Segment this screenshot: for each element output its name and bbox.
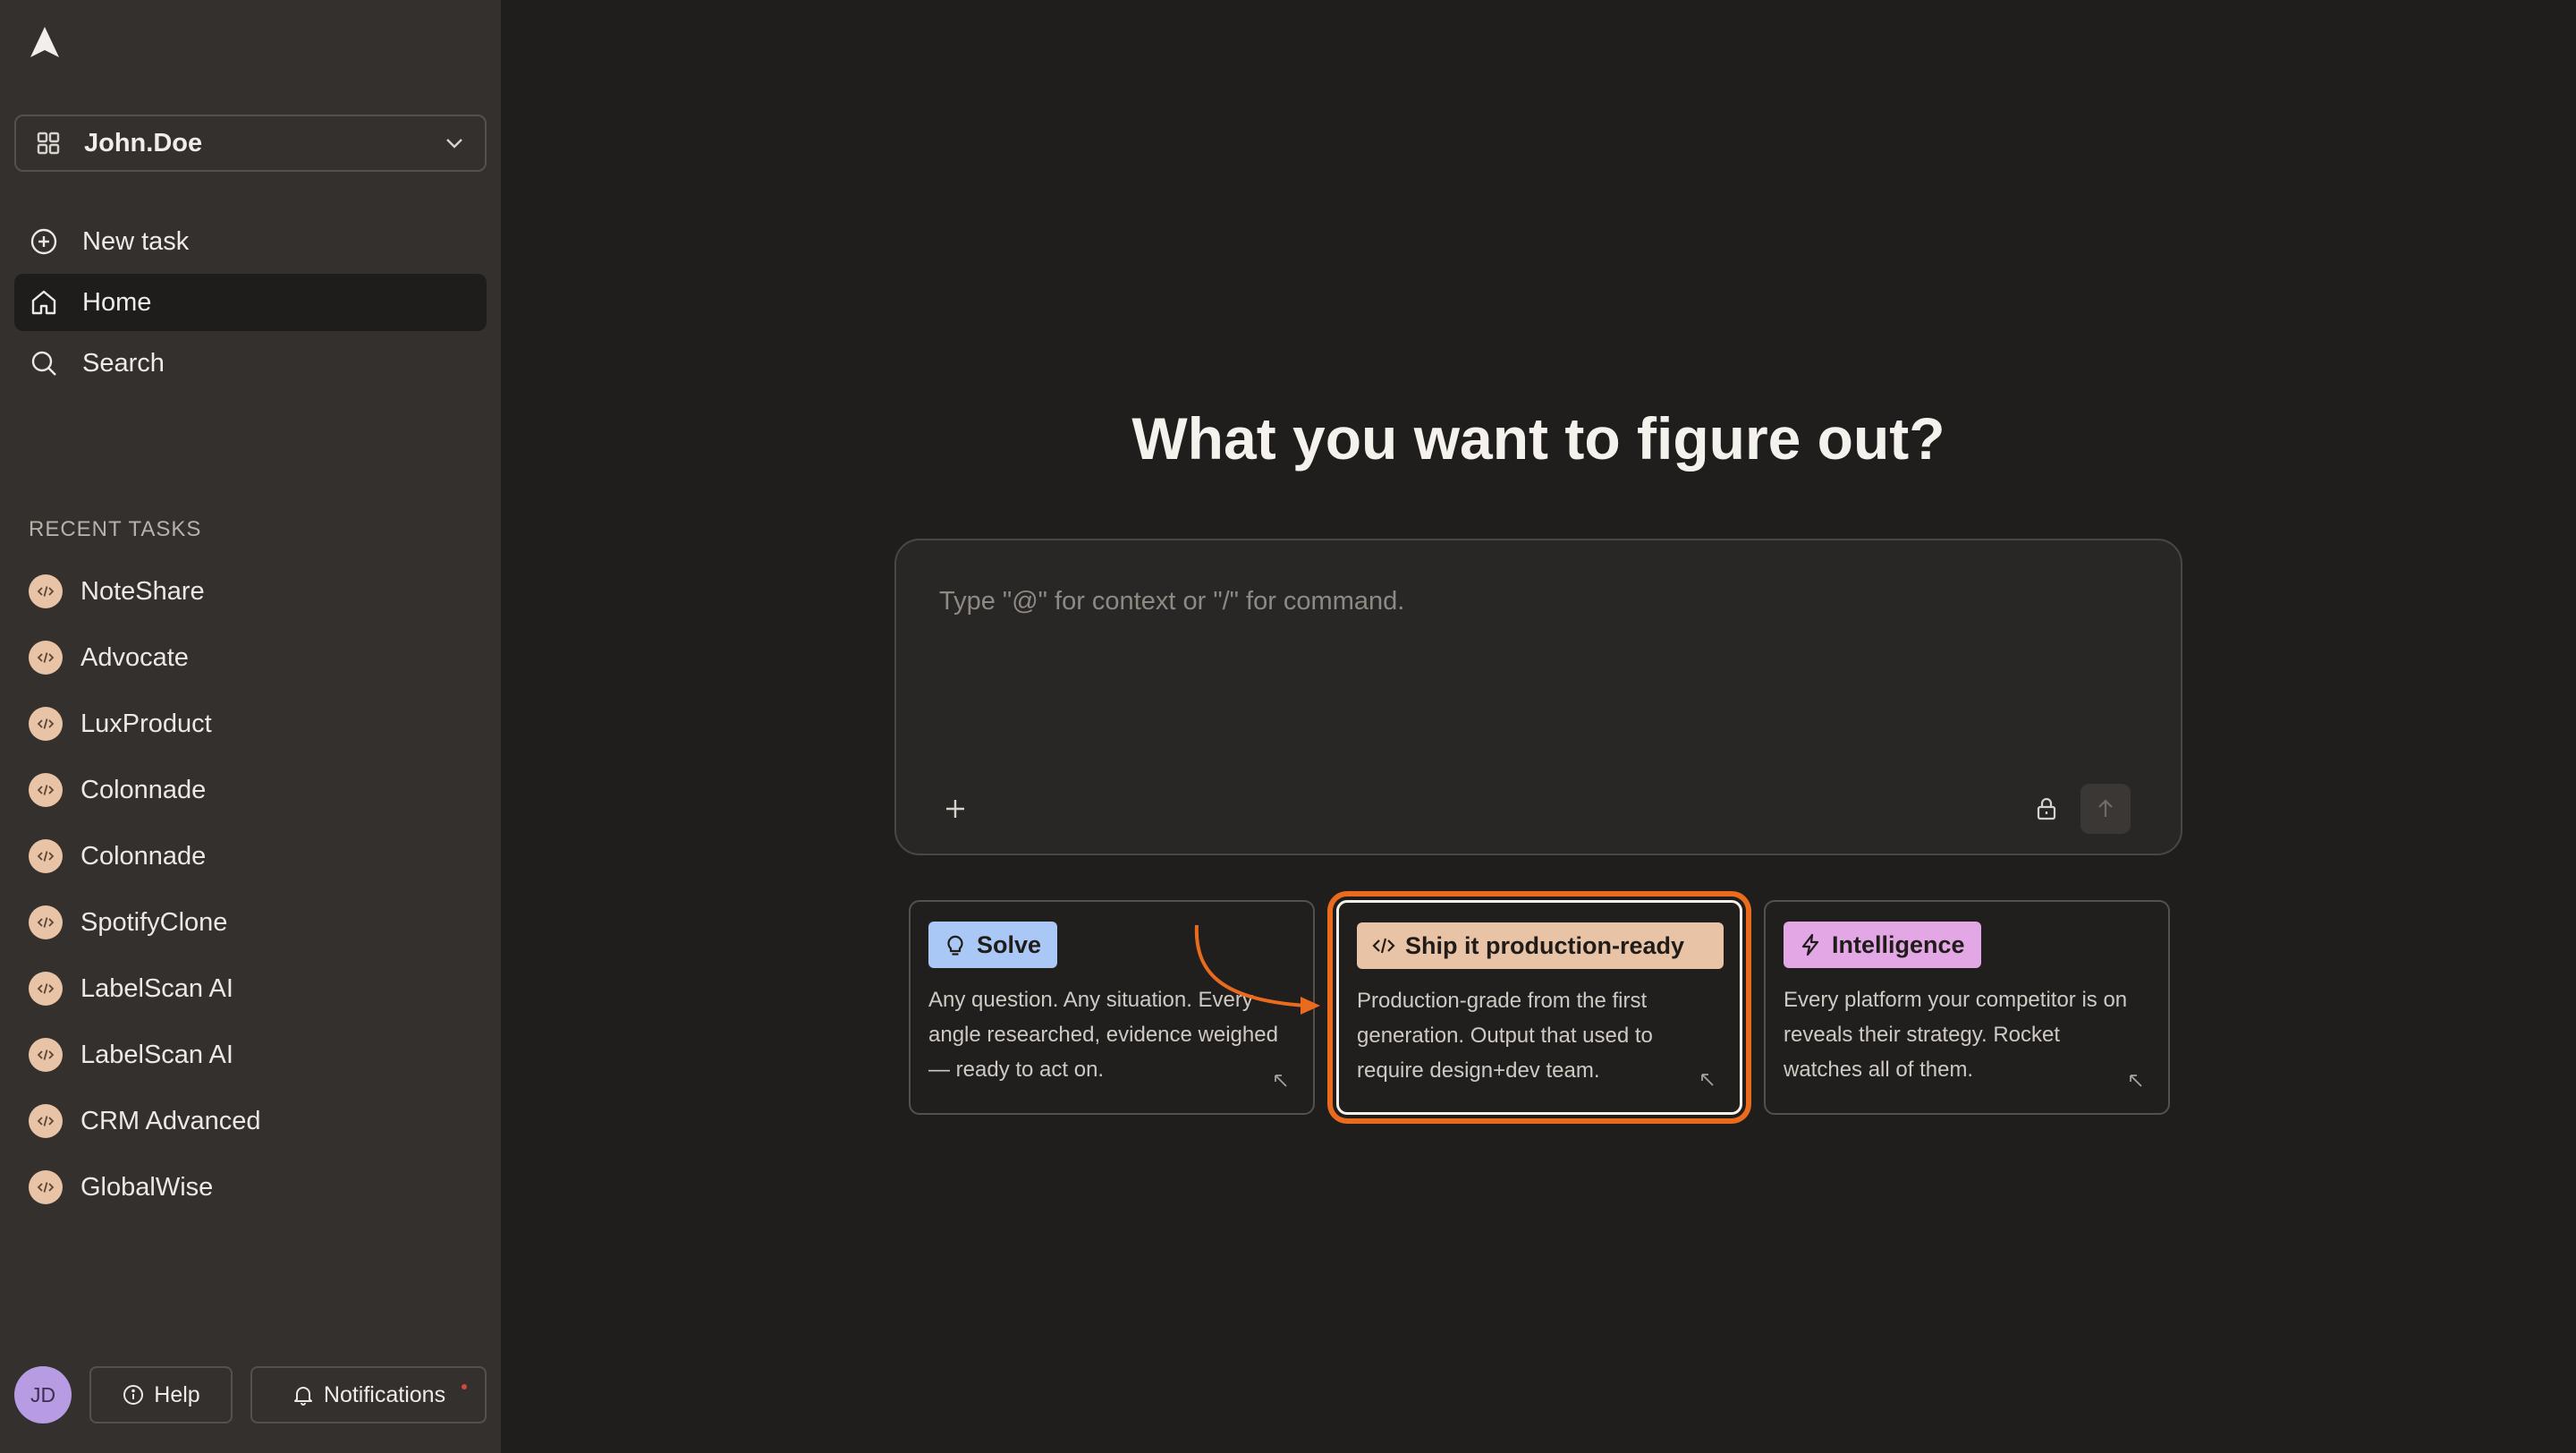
nav-home[interactable]: Home: [14, 274, 487, 331]
recent-task-label: Colonnade: [80, 841, 207, 871]
mode-cards: Solve Any question. Any situation. Every…: [909, 900, 2179, 1115]
home-icon: [31, 290, 56, 315]
notifications-label: Notifications: [323, 1381, 446, 1407]
notifications-button[interactable]: Notifications: [250, 1366, 487, 1423]
card-ship-badge: Ship it production-ready: [1357, 922, 1724, 969]
recent-task-item[interactable]: NoteShare: [14, 558, 487, 625]
card-solve-description: Any question. Any situation. Every angle…: [928, 988, 1278, 1082]
sidebar: John.Doe New task Home Search RECENT TAS…: [0, 0, 501, 1453]
arrow-up-left-icon: [1275, 1075, 1287, 1087]
code-icon: [29, 1170, 63, 1204]
recent-tasks-list: NoteShare Advocate LuxProduct Colonnade Colo…: [14, 558, 487, 1220]
recent-task-item[interactable]: LabelScan AI: [14, 1022, 487, 1088]
recent-task-label: LabelScan AI: [80, 1040, 233, 1069]
nav-search[interactable]: Search: [14, 335, 487, 392]
recent-task-item[interactable]: Colonnade: [14, 757, 487, 823]
recent-task-item[interactable]: LabelScan AI: [14, 956, 487, 1022]
workspace-name: John.Doe: [84, 128, 203, 157]
info-icon: [123, 1385, 144, 1405]
nav-new-task[interactable]: New task: [14, 213, 487, 270]
card-solve-title: Solve: [977, 930, 1042, 958]
card-intelligence-badge: Intelligence: [1784, 922, 1981, 968]
code-icon: [29, 839, 63, 873]
nav-new-task-label: New task: [82, 226, 190, 256]
page-title: What you want to figure out?: [1131, 405, 1945, 472]
chevron-down-icon: [446, 139, 462, 149]
card-ship-title: Ship it production-ready: [1405, 931, 1685, 959]
recent-task-label: Advocate: [80, 642, 189, 672]
code-icon: [29, 707, 63, 741]
add-attachment-button[interactable]: [936, 789, 975, 828]
recent-task-item[interactable]: Colonnade: [14, 823, 487, 889]
code-icon: [29, 905, 63, 939]
arrow-up-icon: [2098, 799, 2113, 817]
code-icon: [29, 641, 63, 675]
lightning-icon: [1801, 933, 1819, 956]
recent-task-item[interactable]: SpotifyClone: [14, 889, 487, 956]
nav-search-label: Search: [82, 348, 165, 378]
sidebar-nav: New task Home Search: [14, 213, 487, 395]
recent-task-label: SpotifyClone: [80, 907, 228, 937]
search-icon: [31, 351, 56, 376]
recent-task-label: LabelScan AI: [80, 973, 233, 1003]
recent-task-item[interactable]: LuxProduct: [14, 691, 487, 757]
plus-icon: [946, 800, 964, 818]
recent-task-item[interactable]: CRM Advanced: [14, 1088, 487, 1154]
card-solve-badge: Solve: [928, 922, 1058, 968]
privacy-lock-button[interactable]: [2027, 789, 2066, 828]
plus-circle-icon: [30, 228, 57, 255]
card-solve[interactable]: Solve Any question. Any situation. Every…: [909, 900, 1315, 1115]
card-intelligence-description: Every platform your competitor is on rev…: [1784, 988, 2128, 1082]
lock-icon: [2037, 797, 2056, 820]
composer: [894, 539, 2182, 855]
card-intelligence[interactable]: Intelligence Every platform your competi…: [1764, 900, 2170, 1115]
send-button[interactable]: [2080, 784, 2131, 834]
card-intelligence-title: Intelligence: [1832, 930, 1965, 958]
help-label: Help: [154, 1381, 200, 1407]
recent-task-item[interactable]: Advocate: [14, 625, 487, 691]
code-icon: [29, 1104, 63, 1138]
avatar[interactable]: JD: [14, 1366, 72, 1423]
main-content: What you want to figure out? Type "@" fo…: [501, 0, 2576, 1453]
help-button[interactable]: Help: [89, 1366, 233, 1423]
recent-tasks-heading: RECENT TASKS: [29, 517, 202, 541]
code-icon: [29, 773, 63, 807]
notification-dot: [462, 1384, 467, 1389]
arrow-up-left-icon: [1701, 1074, 1714, 1086]
recent-task-label: Colonnade: [80, 775, 207, 804]
prompt-input[interactable]: [939, 587, 2138, 721]
code-icon: [1372, 938, 1395, 954]
card-ship-description: Production-grade from the first generati…: [1357, 989, 1653, 1083]
recent-task-label: LuxProduct: [80, 709, 212, 738]
grid-icon: [37, 132, 60, 155]
recent-task-label: CRM Advanced: [80, 1106, 261, 1135]
workspace-selector[interactable]: John.Doe: [14, 115, 487, 172]
recent-task-label: NoteShare: [80, 576, 205, 606]
card-ship-production-ready[interactable]: Ship it production-ready Production-grad…: [1336, 900, 1742, 1115]
code-icon: [29, 972, 63, 1006]
code-icon: [29, 574, 63, 608]
rocket-logo-icon[interactable]: [27, 25, 63, 61]
recent-task-label: GlobalWise: [80, 1172, 214, 1202]
arrow-up-left-icon: [2130, 1075, 2142, 1087]
nav-home-label: Home: [82, 287, 152, 317]
code-icon: [29, 1038, 63, 1072]
app-root: John.Doe New task Home Search RECENT TAS…: [0, 0, 2576, 1453]
lightbulb-icon: [947, 935, 963, 956]
sidebar-footer: JD Help Notifications: [14, 1365, 487, 1424]
bell-icon: [293, 1387, 312, 1406]
recent-task-item[interactable]: GlobalWise: [14, 1154, 487, 1220]
